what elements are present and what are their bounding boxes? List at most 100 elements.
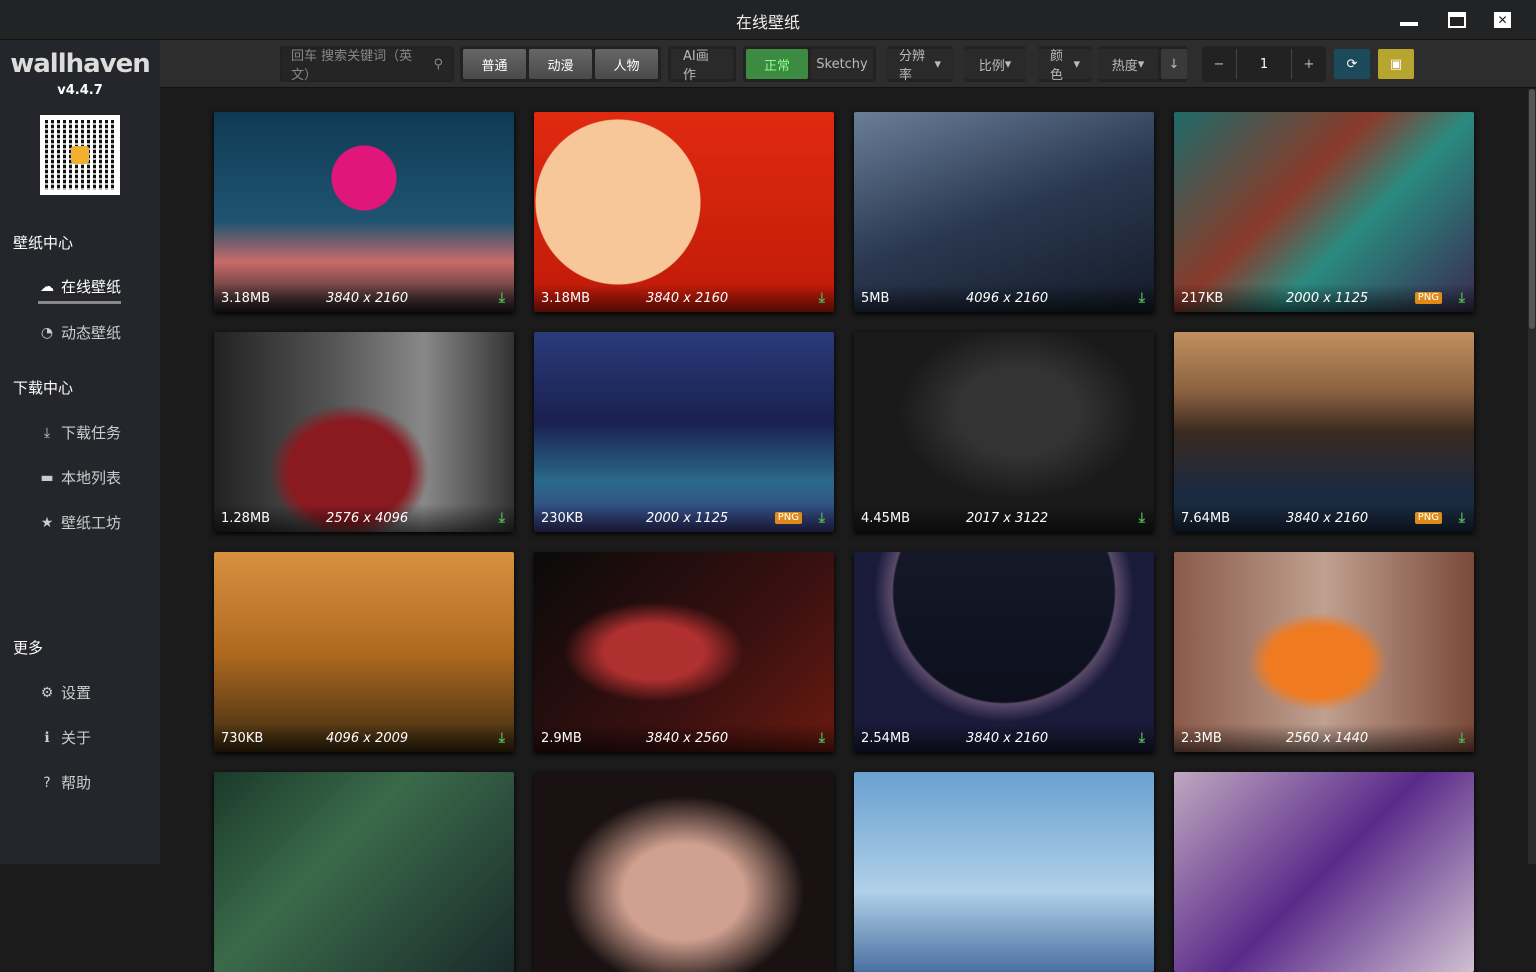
wallpaper-card[interactable]: 730KB 4096 x 2009 ⤓ — [214, 552, 514, 752]
card-info: 2.9MB 3840 x 2560 ⤓ — [534, 724, 834, 752]
section-download-center: 下载中心 — [13, 379, 74, 397]
png-badge: PNG — [1414, 512, 1442, 524]
download-icon[interactable]: ⤓ — [819, 510, 825, 526]
sort-dropdown[interactable]: 热度 ▾ — [1098, 49, 1158, 79]
category-people[interactable]: 人物 — [595, 49, 658, 79]
window-title: 在线壁纸 — [735, 13, 800, 32]
download-icon[interactable]: ⤓ — [819, 730, 825, 746]
app-version: v4.4.7 — [57, 83, 103, 98]
resolution: 2000 x 1125 — [646, 511, 729, 526]
png-badge: PNG — [1414, 292, 1442, 304]
save-button[interactable]: ▣ — [1378, 49, 1414, 79]
page-next-button[interactable]: + — [1292, 49, 1326, 79]
cloud-icon: ☁ — [40, 278, 54, 295]
wallpaper-card[interactable] — [534, 772, 834, 972]
sidebar-item-settings[interactable]: ⚙ 设置 — [38, 682, 91, 703]
search-input[interactable]: 回车 搜索关键词（英文） ⚲ — [283, 49, 451, 83]
resolution: 2576 x 4096 — [326, 511, 409, 526]
refresh-button[interactable]: ⟳ — [1334, 49, 1370, 79]
sidebar-item-downloads[interactable]: ⤓ 下载任务 — [38, 422, 121, 443]
search-icon[interactable]: ⚲ — [433, 57, 443, 72]
sort-group: 热度 ▾ ↓ — [1098, 46, 1187, 82]
resolution: 2000 x 1125 — [1286, 291, 1369, 306]
scrollbar[interactable] — [1528, 89, 1536, 864]
file-size: 217KB — [1181, 291, 1224, 306]
download-icon[interactable]: ⤓ — [1139, 510, 1145, 526]
file-size: 3.18MB — [541, 291, 591, 306]
wallpaper-card[interactable]: 2.3MB 2560 x 1440 ⤓ — [1174, 552, 1474, 752]
resolution: 4096 x 2160 — [966, 291, 1049, 306]
file-size: 2.9MB — [541, 731, 582, 746]
sidebar-item-about[interactable]: ℹ 关于 — [38, 727, 91, 748]
wallpaper-card[interactable] — [1174, 772, 1474, 972]
section-wallpaper-center: 壁纸中心 — [13, 234, 74, 252]
sort-direction-button[interactable]: ↓ — [1161, 49, 1187, 79]
wallpaper-card[interactable]: 2.9MB 3840 x 2560 ⤓ — [534, 552, 834, 752]
card-info: 217KB 2000 x 1125 PNG ⤓ — [1174, 284, 1474, 312]
category-general[interactable]: 普通 — [463, 49, 526, 79]
pager: − 1 + — [1202, 46, 1326, 82]
download-icon[interactable]: ⤓ — [1459, 290, 1465, 306]
sidebar-item-local[interactable]: ▬ 本地列表 — [38, 467, 121, 488]
resolution-dropdown[interactable]: 分辨率 ▾ — [887, 46, 953, 83]
card-info: 1.28MB 2576 x 4096 ⤓ — [214, 504, 514, 532]
card-info: 4.45MB 2017 x 3122 ⤓ — [854, 504, 1154, 532]
wallpaper-card[interactable]: 217KB 2000 x 1125 PNG ⤓ — [1174, 112, 1474, 312]
wallpaper-card[interactable] — [854, 772, 1154, 972]
wallpaper-card[interactable]: 2.54MB 3840 x 2160 ⤓ — [854, 552, 1154, 752]
wallpaper-card[interactable]: 4.45MB 2017 x 3122 ⤓ — [854, 332, 1154, 532]
download-icon[interactable]: ⤓ — [499, 730, 505, 746]
download-icon[interactable]: ⤓ — [1139, 290, 1145, 306]
card-info: 2.54MB 3840 x 2160 ⤓ — [854, 724, 1154, 752]
file-size: 5MB — [861, 291, 890, 306]
sidebar-item-online[interactable]: ☁ 在线壁纸 — [38, 276, 122, 304]
card-info: 3.18MB 3840 x 2160 ⤓ — [214, 284, 514, 312]
download-icon[interactable]: ⤓ — [1459, 510, 1465, 526]
wallpaper-card[interactable]: 3.18MB 3840 x 2160 ⤓ — [214, 112, 514, 312]
wallpaper-card[interactable]: 7.64MB 3840 x 2160 PNG ⤓ — [1174, 332, 1474, 532]
resolution: 3840 x 2160 — [326, 291, 409, 306]
download-icon[interactable]: ⤓ — [499, 290, 505, 306]
download-icon[interactable]: ⤓ — [819, 290, 825, 306]
save-icon: ▣ — [1389, 56, 1403, 72]
wallpaper-card[interactable] — [214, 772, 514, 972]
page-prev-button[interactable]: − — [1202, 49, 1236, 79]
purity-sfw[interactable]: 正常 — [746, 49, 808, 79]
sidebar: wallhaven v4.4.7 壁纸中心 ☁ 在线壁纸 ◔ 动态壁纸 下载中心 ⤓… — [0, 40, 160, 864]
wallpaper-card[interactable]: 5MB 4096 x 2160 ⤓ — [854, 112, 1154, 312]
card-info: 730KB 4096 x 2009 ⤓ — [214, 724, 514, 752]
magic-icon: ★ — [40, 514, 54, 531]
file-size: 4.45MB — [861, 511, 911, 526]
resolution: 3840 x 2160 — [1286, 511, 1369, 526]
purity-sketchy[interactable]: Sketchy — [811, 49, 873, 79]
resolution: 3840 x 2560 — [646, 731, 729, 746]
color-dropdown[interactable]: 颜色 ▾ — [1038, 46, 1092, 83]
info-icon: ℹ — [44, 729, 50, 746]
wallpaper-card[interactable]: 230KB 2000 x 1125 PNG ⤓ — [534, 332, 834, 532]
card-info: 2.3MB 2560 x 1440 ⤓ — [1174, 724, 1474, 752]
sidebar-item-dynamic[interactable]: ◔ 动态壁纸 — [38, 322, 121, 343]
wallpaper-card[interactable]: 1.28MB 2576 x 4096 ⤓ — [214, 332, 514, 532]
sidebar-item-help[interactable]: ? 帮助 — [38, 772, 91, 793]
minimize-button[interactable] — [1400, 12, 1418, 28]
wallpaper-card[interactable]: 3.18MB 3840 x 2160 ⤓ — [534, 112, 834, 312]
gear-icon: ⚙ — [40, 684, 54, 701]
category-anime[interactable]: 动漫 — [529, 49, 592, 79]
qr-code — [40, 115, 120, 195]
close-button[interactable]: ✕ — [1494, 12, 1511, 28]
file-size: 2.3MB — [1181, 731, 1222, 746]
folder-icon: ▬ — [40, 469, 54, 486]
category-group: 普通 动漫 人物 — [460, 46, 661, 82]
download-icon[interactable]: ⤓ — [1459, 730, 1465, 746]
page-input[interactable]: 1 — [1236, 49, 1292, 79]
download-icon: ⤓ — [43, 424, 51, 441]
ai-art-toggle[interactable]: AI画作 — [671, 49, 733, 83]
section-more: 更多 — [13, 639, 44, 657]
dashboard-icon: ◔ — [40, 324, 54, 341]
maximize-button[interactable] — [1448, 12, 1466, 28]
sidebar-item-workshop[interactable]: ★ 壁纸工坊 — [38, 512, 121, 533]
download-icon[interactable]: ⤓ — [1139, 730, 1145, 746]
download-icon[interactable]: ⤓ — [499, 510, 505, 526]
ratio-dropdown[interactable]: 比例 ▾ — [964, 46, 1026, 82]
file-size: 730KB — [221, 731, 264, 746]
